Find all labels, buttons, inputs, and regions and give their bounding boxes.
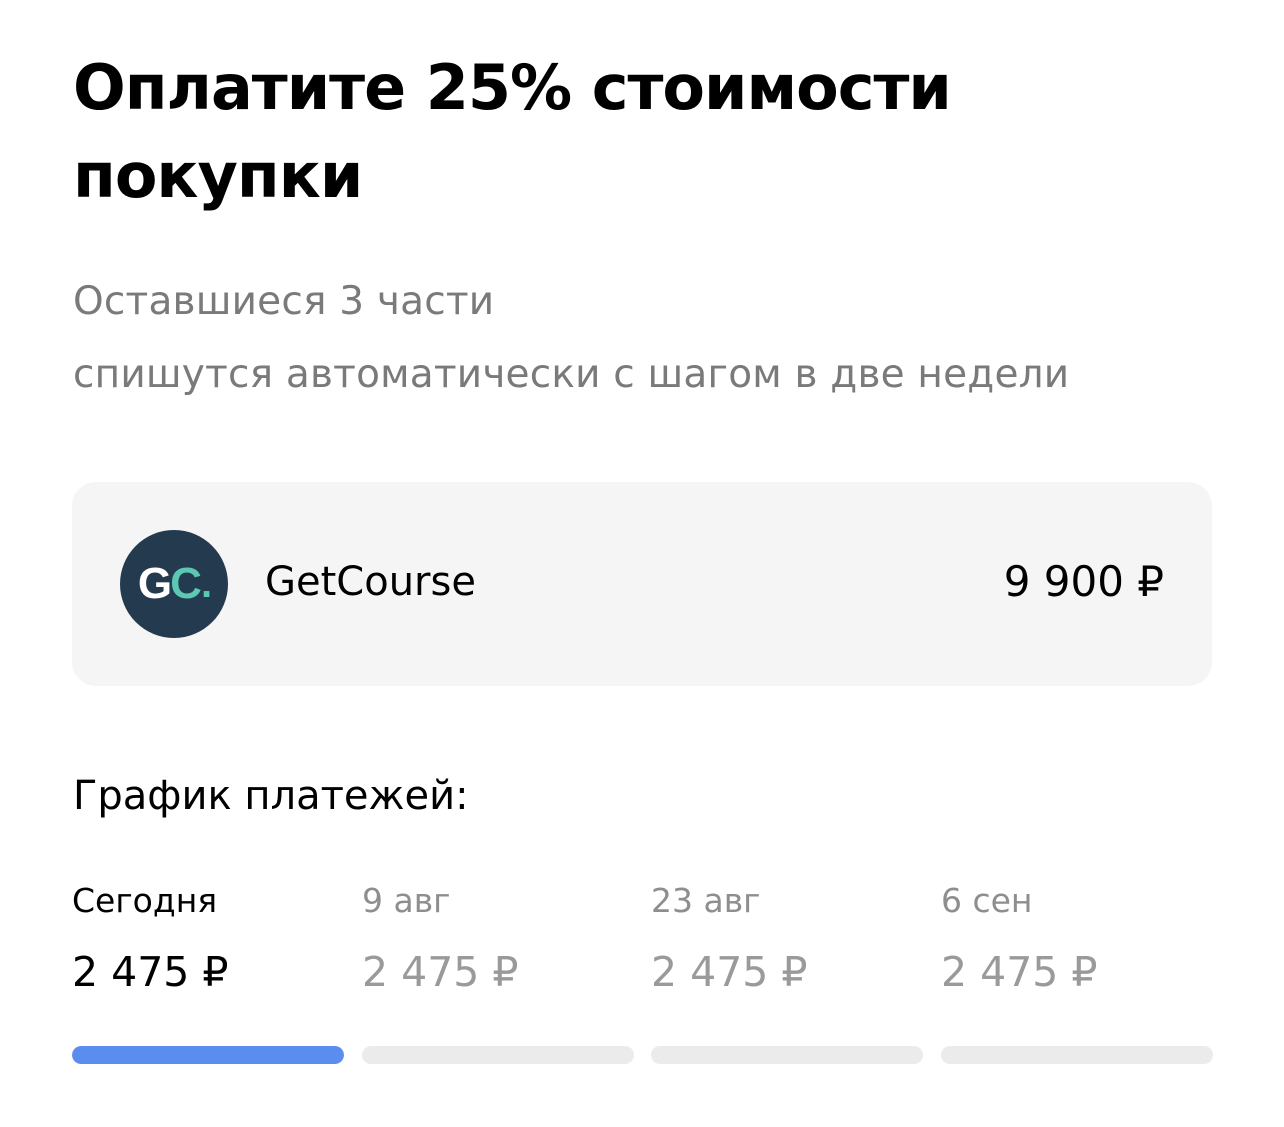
- payment-item-4: 6 сен 2 475 ₽: [941, 878, 1213, 1068]
- merchant-total-amount: 9 900 ₽: [1003, 557, 1164, 606]
- payment-progress-fill: [72, 1046, 344, 1064]
- payment-item-2: 9 авг 2 475 ₽: [362, 878, 634, 1068]
- payment-date: Сегодня: [72, 881, 218, 920]
- page-title: Оплатите 25% стоимости покупки: [73, 51, 952, 212]
- payment-schedule-title: График платежей:: [73, 773, 469, 819]
- payment-amount: 2 475 ₽: [362, 948, 519, 996]
- logo-letter-c: C: [170, 559, 202, 608]
- payment-amount: 2 475 ₽: [72, 948, 229, 996]
- payment-progress-bar: [362, 1046, 634, 1064]
- payment-item-today: Сегодня 2 475 ₽: [72, 878, 344, 1068]
- payment-date: 23 авг: [651, 881, 761, 920]
- payment-date: 9 авг: [362, 881, 451, 920]
- payment-progress-bar: [651, 1046, 923, 1064]
- payment-item-3: 23 авг 2 475 ₽: [651, 878, 923, 1068]
- logo-letter-g: G: [137, 559, 172, 608]
- payment-amount: 2 475 ₽: [941, 948, 1098, 996]
- getcourse-logo-icon: GC.: [120, 530, 228, 638]
- merchant-card: GC. GetCourse 9 900 ₽: [72, 482, 1212, 686]
- payment-progress-bar: [941, 1046, 1213, 1064]
- payment-date: 6 сен: [941, 881, 1033, 920]
- logo-dot: .: [200, 561, 212, 606]
- subtitle-remaining-parts: Оставшиеся 3 части: [73, 279, 495, 324]
- payment-progress-bar: [72, 1046, 344, 1064]
- subtitle-autocharge-info: спишутся автоматически с шагом в две нед…: [73, 352, 1070, 397]
- merchant-name: GetCourse: [265, 559, 476, 605]
- payment-amount: 2 475 ₽: [651, 948, 808, 996]
